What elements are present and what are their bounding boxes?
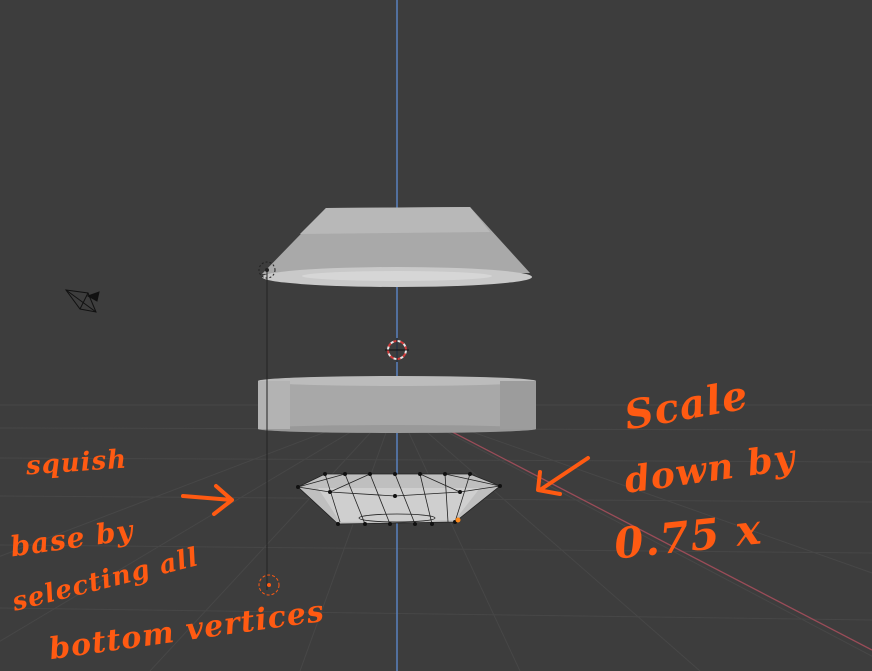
3d-viewport[interactable]: squish base by selecting all bottom vert… xyxy=(0,0,872,671)
3d-cursor[interactable] xyxy=(385,338,409,362)
squished-base-object[interactable] xyxy=(296,472,502,526)
cylinder-ring-object[interactable] xyxy=(258,376,536,433)
arrow-right-icon xyxy=(181,484,234,516)
camera-object[interactable] xyxy=(64,289,100,313)
cone-top-object[interactable] xyxy=(262,207,532,287)
